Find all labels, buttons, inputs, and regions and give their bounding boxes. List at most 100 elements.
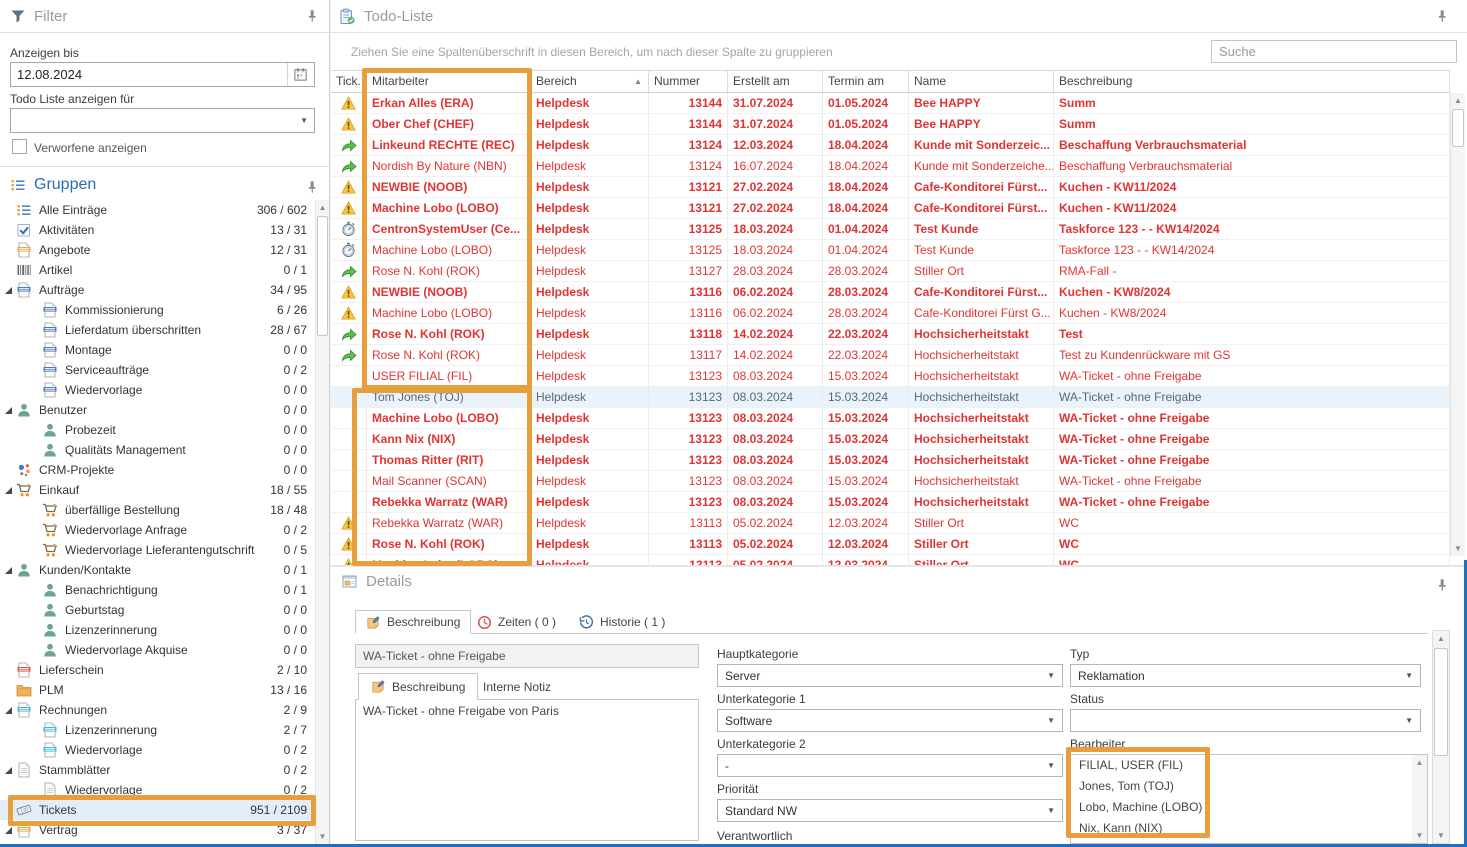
group-tree-item-lizenzerinnerung[interactable]: Lizenzerinnerung0 / 0 [0, 620, 315, 640]
group-tree-item-wiedervorlage-akquise[interactable]: Wiedervorlage Akquise0 / 0 [0, 640, 315, 660]
todo-row[interactable]: NEWBIE (NOOB)Helpdesk1312127.02.202418.0… [331, 177, 1450, 198]
column-header-beschreibung[interactable]: Beschreibung [1054, 71, 1450, 92]
group-tree-item-plm[interactable]: PLM13 / 16 [0, 680, 315, 700]
group-tree-item-benachrichtigung[interactable]: Benachrichtigung0 / 1 [0, 580, 315, 600]
details-scrollbar[interactable]: ▲ ▼ [1432, 630, 1450, 844]
tree-expander-icon[interactable] [3, 485, 13, 495]
tree-scroll-down[interactable]: ▼ [316, 829, 329, 844]
column-header-tick[interactable]: Tick... [331, 71, 367, 92]
prioritaet-dropdown[interactable]: Standard NW ▼ [717, 799, 1063, 822]
bearbeiter-list-item[interactable]: Nix, Kann (NIX) [1071, 818, 1427, 839]
ticket-title-field[interactable]: WA-Ticket - ohne Freigabe [355, 644, 699, 668]
status-dropdown[interactable]: ▼ [1070, 709, 1421, 732]
tree-expander-icon[interactable] [3, 405, 13, 415]
tab-beschreibung[interactable]: Beschreibung [355, 610, 471, 634]
todo-row[interactable]: Nordish By Nature (NBN)Helpdesk1312416.0… [331, 156, 1450, 177]
todo-row[interactable]: Linkeund RECHTE (REC)Helpdesk1312412.03.… [331, 135, 1450, 156]
table-scroll-down[interactable]: ▼ [1451, 541, 1465, 556]
group-tree-item-crm-projekte[interactable]: CRM-Projekte0 / 0 [0, 460, 315, 480]
todo-row[interactable]: Rose N. Kohl (ROK)Helpdesk1311305.02.202… [331, 534, 1450, 555]
todo-row[interactable]: USER FILIAL (FIL)Helpdesk1312308.03.2024… [331, 366, 1450, 387]
subtab-interne-notiz[interactable]: Interne Notiz [471, 673, 563, 700]
group-tree-item-stammblätter[interactable]: Stammblätter0 / 2 [0, 760, 315, 780]
group-tree-item-wiedervorlage-anfrage[interactable]: Wiedervorlage Anfrage0 / 2 [0, 520, 315, 540]
group-tree-item-lieferdatum-überschritten[interactable]: Lieferdatum überschritten28 / 67 [0, 320, 315, 340]
group-tree-item-aufträge[interactable]: Aufträge34 / 95 [0, 280, 315, 300]
group-tree-item-kunden-kontakte[interactable]: Kunden/Kontakte0 / 1 [0, 560, 315, 580]
group-tree-item-rechnungen[interactable]: Rechnungen2 / 9 [0, 700, 315, 720]
hauptkategorie-dropdown[interactable]: Server ▼ [717, 664, 1063, 687]
todo-row[interactable]: Rose N. Kohl (ROK)Helpdesk1312728.03.202… [331, 261, 1450, 282]
todo-row[interactable]: Machine Lobo (LOBO)Helpdesk1311305.02.20… [331, 555, 1450, 565]
unterkategorie2-dropdown[interactable]: - ▼ [717, 754, 1063, 777]
todo-pin-icon[interactable] [1435, 9, 1449, 23]
table-scroll-thumb[interactable] [1452, 109, 1464, 147]
bearbeiter-scrollbar[interactable]: ▲ ▼ [1412, 755, 1427, 843]
search-input[interactable] [1211, 40, 1457, 63]
group-tree-item-lizenzerinnerung[interactable]: Lizenzerinnerung2 / 7 [0, 720, 315, 740]
group-tree-item-tickets[interactable]: Tickets951 / 2109 [0, 800, 315, 820]
column-header-name[interactable]: Name [909, 71, 1054, 92]
tree-expander-icon[interactable] [3, 285, 13, 295]
todo-row[interactable]: Kann Nix (NIX)Helpdesk1312308.03.202415.… [331, 429, 1450, 450]
todo-row[interactable]: CentronSystemUser (Ce...Helpdesk1312518.… [331, 219, 1450, 240]
tree-scroll-up[interactable]: ▲ [316, 200, 329, 215]
todo-row[interactable]: Ober Chef (CHEF)Helpdesk1314431.07.20240… [331, 114, 1450, 135]
subtab-beschreibung[interactable]: Beschreibung [358, 673, 478, 700]
calendar-button[interactable] [287, 63, 308, 86]
todo-fuer-dropdown[interactable]: ▼ [10, 108, 315, 133]
todo-row[interactable]: Thomas Ritter (RIT)Helpdesk1312308.03.20… [331, 450, 1450, 471]
bearbeiter-list-item[interactable]: Jones, Tom (TOJ) [1071, 776, 1427, 797]
group-tree-item-angebote[interactable]: Angebote12 / 31 [0, 240, 315, 260]
todo-row[interactable]: Machine Lobo (LOBO)Helpdesk1312518.03.20… [331, 240, 1450, 261]
tree-scrollbar[interactable]: ▲ ▼ [315, 200, 329, 844]
bearbeiter-scroll-up[interactable]: ▲ [1412, 755, 1427, 770]
column-header-nummer[interactable]: Nummer [649, 71, 728, 92]
column-header-termin[interactable]: Termin am [823, 71, 909, 92]
tree-expander-icon[interactable] [3, 765, 13, 775]
group-tree-item-wiedervorlage-lieferantengutschrift[interactable]: Wiedervorlage Lieferantengutschrift0 / 5 [0, 540, 315, 560]
tree-expander-icon[interactable] [3, 565, 13, 575]
details-scroll-up[interactable]: ▲ [1433, 631, 1449, 646]
todo-row[interactable]: Machine Lobo (LOBO)Helpdesk1312127.02.20… [331, 198, 1450, 219]
group-tree-item-kommissionierung[interactable]: Kommissionierung6 / 26 [0, 300, 315, 320]
group-tree-item-alle-einträge[interactable]: Alle Einträge306 / 602 [0, 200, 315, 220]
typ-dropdown[interactable]: Reklamation ▼ [1070, 664, 1421, 687]
description-textarea[interactable]: WA-Ticket - ohne Freigabe von Paris [355, 699, 699, 841]
unterkategorie1-dropdown[interactable]: Software ▼ [717, 709, 1063, 732]
group-tree-item-überfällige-bestellung[interactable]: überfällige Bestellung18 / 48 [0, 500, 315, 520]
todo-row[interactable]: Tom Jones (TOJ)Helpdesk1312308.03.202415… [331, 387, 1450, 408]
groups-pin-icon[interactable] [305, 180, 319, 194]
group-tree-item-wiedervorlage[interactable]: Wiedervorlage0 / 2 [0, 740, 315, 760]
todo-row[interactable]: Rebekka Warratz (WAR)Helpdesk1312308.03.… [331, 492, 1450, 513]
group-tree-item-wiedervorlage[interactable]: Wiedervorlage0 / 2 [0, 780, 315, 800]
todo-row[interactable]: Erkan Alles (ERA)Helpdesk1314431.07.2024… [331, 93, 1450, 114]
group-tree-item-wiedervorlage[interactable]: Wiedervorlage0 / 0 [0, 380, 315, 400]
details-pin-icon[interactable] [1435, 578, 1449, 592]
todo-row[interactable]: Rose N. Kohl (ROK)Helpdesk1311814.02.202… [331, 324, 1450, 345]
todo-row[interactable]: Mail Scanner (SCAN)Helpdesk1312308.03.20… [331, 471, 1450, 492]
column-header-erstellt[interactable]: Erstellt am [728, 71, 823, 92]
group-tree-item-vertrag[interactable]: Vertrag3 / 37 [0, 820, 315, 840]
column-header-bereich[interactable]: Bereich▲ [531, 71, 649, 92]
todo-row[interactable]: NEWBIE (NOOB)Helpdesk1311606.02.202428.0… [331, 282, 1450, 303]
group-tree-item-probezeit[interactable]: Probezeit0 / 0 [0, 420, 315, 440]
group-tree-item-aktivitäten[interactable]: Aktivitäten13 / 31 [0, 220, 315, 240]
bearbeiter-scroll-down[interactable]: ▼ [1412, 828, 1427, 843]
group-tree-item-qualitäts-management[interactable]: Qualitäts Management0 / 0 [0, 440, 315, 460]
group-tree-item-einkauf[interactable]: Einkauf18 / 55 [0, 480, 315, 500]
group-tree-item-montage[interactable]: Montage0 / 0 [0, 340, 315, 360]
group-tree-item-benutzer[interactable]: Benutzer0 / 0 [0, 400, 315, 420]
tree-scroll-thumb[interactable] [317, 216, 328, 336]
group-tree-item-lieferschein[interactable]: Lieferschein2 / 10 [0, 660, 315, 680]
todo-row[interactable]: Rose N. Kohl (ROK)Helpdesk1311714.02.202… [331, 345, 1450, 366]
anzeigen-bis-date-input[interactable]: 12.08.2024 [10, 62, 315, 87]
todo-row[interactable]: Machine Lobo (LOBO)Helpdesk1311606.02.20… [331, 303, 1450, 324]
tab-historie[interactable]: Historie ( 1 ) [569, 610, 675, 634]
todo-row[interactable]: Rebekka Warratz (WAR)Helpdesk1311305.02.… [331, 513, 1450, 534]
details-scroll-thumb[interactable] [1434, 648, 1448, 756]
group-tree-item-serviceaufträge[interactable]: Serviceaufträge0 / 2 [0, 360, 315, 380]
table-scrollbar[interactable]: ▲ ▼ [1450, 93, 1465, 556]
bearbeiter-list-item[interactable]: Lobo, Machine (LOBO) [1071, 797, 1427, 818]
group-tree-item-geburtstag[interactable]: Geburtstag0 / 0 [0, 600, 315, 620]
